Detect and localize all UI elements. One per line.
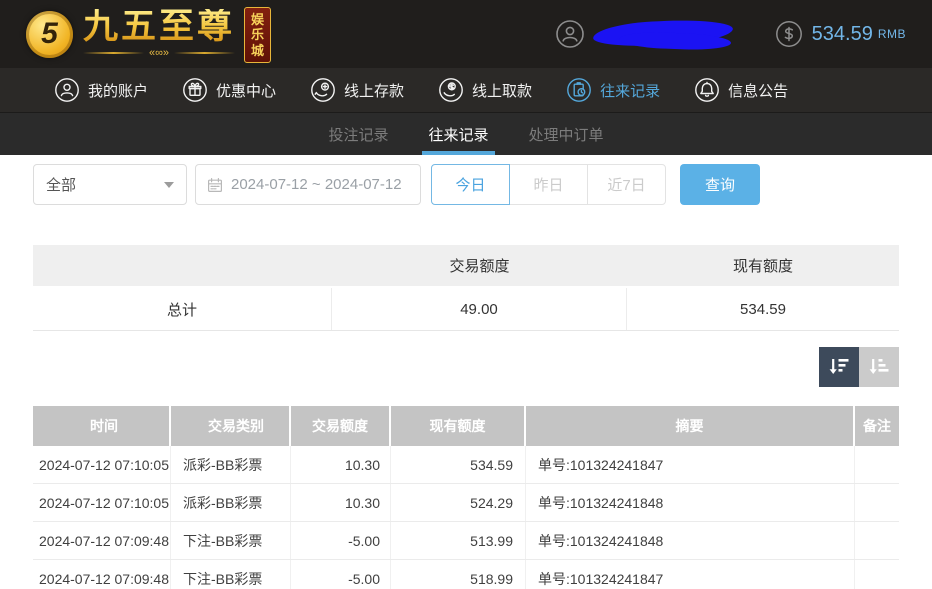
site-logo[interactable]: 5 九五至尊 «∞» 娱乐城 <box>26 5 271 64</box>
header-time: 时间 <box>33 406 171 446</box>
logo-flourish: «∞» <box>83 48 235 59</box>
logo-emblem-icon: 5 <box>26 11 73 58</box>
table-row: 2024-07-12 07:09:48 下注-BB彩票 -5.00 518.99… <box>33 560 899 589</box>
cell-amount: -5.00 <box>291 560 391 589</box>
cell-note <box>855 522 899 559</box>
gift-icon <box>182 77 208 103</box>
content-area: 全部 2024-07-12 ~ 2024-07-12 今日 昨日 近7日 查询 … <box>0 155 932 589</box>
cell-time: 2024-07-12 07:09:48 <box>33 522 171 559</box>
header-type: 交易类别 <box>171 406 291 446</box>
cell-type: 派彩-BB彩票 <box>171 446 291 483</box>
table-row: 2024-07-12 07:10:05 派彩-BB彩票 10.30 524.29… <box>33 484 899 522</box>
header-balance: 现有额度 <box>391 406 526 446</box>
cell-type: 下注-BB彩票 <box>171 560 291 589</box>
cell-note <box>855 560 899 589</box>
nav-item-withdraw[interactable]: 线上取款 <box>438 77 532 103</box>
type-select-value: 全部 <box>46 174 76 195</box>
summary-header-current-balance: 现有额度 <box>627 245 899 286</box>
bell-icon <box>694 77 720 103</box>
cell-summary: 单号:101324241847 <box>526 446 855 483</box>
cell-balance: 513.99 <box>391 522 526 559</box>
logo-title: 九五至尊 <box>83 9 235 46</box>
cell-note <box>855 484 899 521</box>
cell-amount: 10.30 <box>291 446 391 483</box>
sort-ascending-icon <box>867 355 891 379</box>
summary-total-balance: 534.59 <box>627 288 899 330</box>
filter-row: 全部 2024-07-12 ~ 2024-07-12 今日 昨日 近7日 查询 <box>33 164 899 205</box>
cell-amount: 10.30 <box>291 484 391 521</box>
balance-amount: 534.59 <box>812 23 873 46</box>
balance-currency: RMB <box>878 27 906 41</box>
sort-controls <box>33 347 899 387</box>
table-row: 2024-07-12 07:09:48 下注-BB彩票 -5.00 513.99… <box>33 522 899 560</box>
nav-item-transaction-records[interactable]: 往来记录 <box>566 77 660 103</box>
header-note: 备注 <box>855 406 899 446</box>
last7days-button[interactable]: 近7日 <box>587 164 666 205</box>
summary-total-row: 总计 49.00 534.59 <box>33 288 899 331</box>
cell-amount: -5.00 <box>291 522 391 559</box>
tab-transaction-records[interactable]: 往来记录 <box>422 113 494 155</box>
summary-header-transaction-amount: 交易额度 <box>332 245 627 286</box>
withdraw-icon <box>438 77 464 103</box>
tab-processing-orders[interactable]: 处理中订单 <box>523 113 610 155</box>
main-nav: 我的账户 优惠中心 线上存款 线上取款 <box>0 68 932 113</box>
date-range-value: 2024-07-12 ~ 2024-07-12 <box>231 176 402 193</box>
cell-type: 派彩-BB彩票 <box>171 484 291 521</box>
query-button[interactable]: 查询 <box>680 164 760 205</box>
sort-descending-icon <box>827 355 851 379</box>
chevron-down-icon <box>164 182 174 188</box>
username-redaction[interactable] <box>593 17 745 51</box>
nav-item-my-account[interactable]: 我的账户 <box>54 77 148 103</box>
cell-time: 2024-07-12 07:10:05 <box>33 484 171 521</box>
sort-ascending-button[interactable] <box>859 347 899 387</box>
cell-summary: 单号:101324241848 <box>526 484 855 521</box>
cell-balance: 534.59 <box>391 446 526 483</box>
summary-total-transaction: 49.00 <box>332 288 627 330</box>
deposit-icon <box>310 77 336 103</box>
header-amount: 交易额度 <box>291 406 391 446</box>
summary-table-header: 交易额度 现有额度 <box>33 245 899 286</box>
calendar-icon <box>207 177 223 193</box>
dollar-icon <box>775 20 803 48</box>
cell-summary: 单号:101324241848 <box>526 522 855 559</box>
records-icon <box>566 77 592 103</box>
logo-badge: 娱乐城 <box>244 7 271 64</box>
cell-summary: 单号:101324241847 <box>526 560 855 589</box>
date-range-input[interactable]: 2024-07-12 ~ 2024-07-12 <box>195 164 421 205</box>
cell-balance: 524.29 <box>391 484 526 521</box>
nav-item-deposit[interactable]: 线上存款 <box>310 77 404 103</box>
table-row: 2024-07-12 07:10:05 派彩-BB彩票 10.30 534.59… <box>33 446 899 484</box>
nav-item-promotions[interactable]: 优惠中心 <box>182 77 276 103</box>
summary-total-label: 总计 <box>33 288 332 330</box>
records-table: 时间 交易类别 交易额度 现有额度 摘要 备注 2024-07-12 07:10… <box>33 406 899 589</box>
records-table-header: 时间 交易类别 交易额度 现有额度 摘要 备注 <box>33 406 899 446</box>
balance-display[interactable]: 534.59 RMB <box>775 20 906 48</box>
quick-date-group: 今日 昨日 近7日 <box>431 164 666 205</box>
today-button[interactable]: 今日 <box>431 164 510 205</box>
sort-descending-button[interactable] <box>819 347 859 387</box>
summary-header-empty <box>33 245 332 286</box>
cell-time: 2024-07-12 07:09:48 <box>33 560 171 589</box>
cell-note <box>855 446 899 483</box>
top-header: 5 九五至尊 «∞» 娱乐城 534 <box>0 0 932 68</box>
nav-item-announcements[interactable]: 信息公告 <box>694 77 788 103</box>
cell-type: 下注-BB彩票 <box>171 522 291 559</box>
header-summary: 摘要 <box>526 406 855 446</box>
tab-betting-records[interactable]: 投注记录 <box>322 113 394 155</box>
user-icon <box>54 77 80 103</box>
cell-time: 2024-07-12 07:10:05 <box>33 446 171 483</box>
user-avatar-icon[interactable] <box>555 19 585 49</box>
cell-balance: 518.99 <box>391 560 526 589</box>
yesterday-button[interactable]: 昨日 <box>509 164 588 205</box>
summary-table: 交易额度 现有额度 总计 49.00 534.59 <box>33 245 899 331</box>
record-subtabs: 投注记录 往来记录 处理中订单 <box>0 113 932 155</box>
type-select[interactable]: 全部 <box>33 164 187 205</box>
